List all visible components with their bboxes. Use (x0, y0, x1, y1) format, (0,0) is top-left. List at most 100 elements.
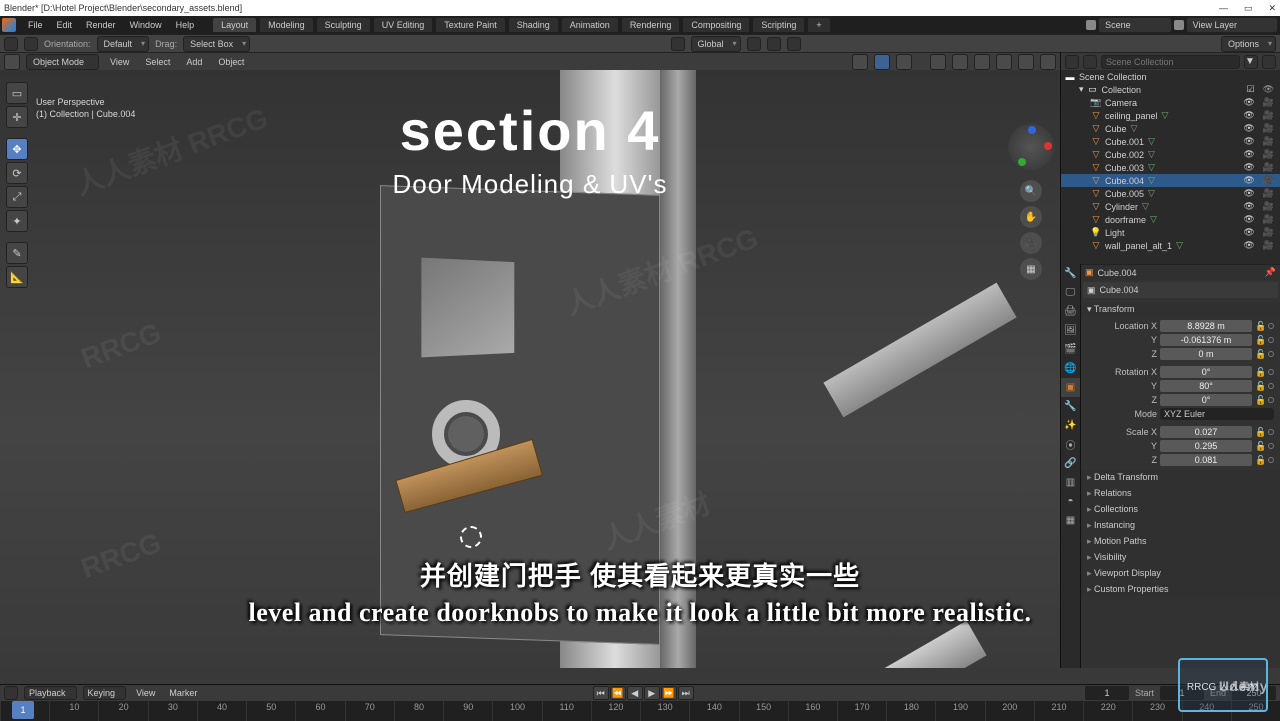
tab-modeling[interactable]: Modeling (260, 18, 313, 32)
props-section[interactable]: Delta Transform (1081, 470, 1280, 485)
tab-animation[interactable]: Animation (562, 18, 618, 32)
disable-render-icon[interactable]: 🎥 (1263, 175, 1274, 186)
tab-rendering[interactable]: Rendering (622, 18, 680, 32)
eye-icon[interactable]: 👁 (1243, 188, 1254, 199)
eye-icon[interactable]: 👁 (1243, 227, 1254, 238)
outliner-item[interactable]: 💡Light👁🎥 (1061, 226, 1280, 239)
scale-y-input[interactable]: 0.295 (1160, 440, 1252, 452)
shading-rendered-icon[interactable] (1018, 54, 1034, 70)
tab-compositing[interactable]: Compositing (683, 18, 749, 32)
tab-physics-icon[interactable]: ⦿ (1061, 435, 1080, 454)
tab-material-icon[interactable]: ◓ (1061, 492, 1080, 511)
gizmo-icon[interactable] (874, 54, 890, 70)
tab-constraints-icon[interactable]: 🔗 (1061, 454, 1080, 473)
tool-header-icon[interactable] (4, 37, 18, 51)
menu-view[interactable]: View (105, 55, 134, 69)
axis-y-icon[interactable] (1018, 158, 1026, 166)
options-menu[interactable]: Options (1221, 36, 1276, 52)
camera-icon[interactable]: 🎥 (1020, 232, 1042, 254)
axis-z-icon[interactable] (1028, 126, 1036, 134)
eye-icon[interactable]: 👁 (1243, 240, 1254, 251)
transform-tool[interactable]: ✦ (6, 210, 28, 232)
timeline-editor-icon[interactable] (4, 686, 18, 700)
outliner-display-icon[interactable] (1083, 55, 1097, 69)
tab-layout[interactable]: Layout (213, 18, 256, 32)
outliner-editor-icon[interactable] (1065, 55, 1079, 69)
object-name-field[interactable]: ▣Cube.004 (1083, 282, 1278, 298)
rotate-tool[interactable]: ⟳ (6, 162, 28, 184)
keyframe-dot-icon[interactable] (1268, 323, 1274, 329)
scale-tool[interactable]: ⤢ (6, 186, 28, 208)
props-section[interactable]: Motion Paths (1081, 534, 1280, 549)
rot-z-input[interactable]: 0° (1160, 394, 1252, 406)
lock-icon[interactable]: 🔓 (1255, 321, 1263, 332)
rot-y-input[interactable]: 80° (1160, 380, 1252, 392)
zoom-icon[interactable]: 🔍 (1020, 180, 1042, 202)
move-tool[interactable]: ✥ (6, 138, 28, 160)
tab-particles-icon[interactable]: ✨ (1061, 416, 1080, 435)
tab-sculpting[interactable]: Sculpting (317, 18, 370, 32)
props-section[interactable]: Collections (1081, 502, 1280, 517)
outliner-item[interactable]: ▽Cube.005 ▽👁🎥 (1061, 187, 1280, 200)
menu-select[interactable]: Select (140, 55, 175, 69)
select-visibility-icon[interactable] (852, 54, 868, 70)
tab-texture-icon[interactable]: ▦ (1061, 511, 1080, 530)
measure-tool[interactable]: 📐 (6, 266, 28, 288)
pin-icon[interactable]: 📌 (1265, 267, 1276, 278)
snap-settings-icon[interactable] (767, 37, 781, 51)
timeline-cursor[interactable]: 1 (12, 701, 34, 719)
tab-texture[interactable]: Texture Paint (436, 18, 505, 32)
scale-x-input[interactable]: 0.027 (1160, 426, 1252, 438)
editor-type-icon[interactable] (4, 54, 20, 70)
disable-render-icon[interactable]: 🎥 (1263, 136, 1274, 147)
shading-matprev-icon[interactable] (996, 54, 1012, 70)
collection-toggle-checkbox[interactable]: ☑ (1246, 84, 1254, 95)
key-next-icon[interactable]: ⏩ (661, 686, 677, 700)
tool-header-cursor-icon[interactable] (24, 37, 38, 51)
window-max[interactable]: ▭ (1244, 3, 1253, 14)
outliner-item[interactable]: ▽Cylinder ▽👁🎥 (1061, 200, 1280, 213)
mode-select[interactable]: Object Mode (26, 54, 99, 70)
menu-edit[interactable]: Edit (51, 18, 79, 32)
shading-options-icon[interactable] (1040, 54, 1056, 70)
menu-render[interactable]: Render (80, 18, 122, 32)
outliner-item[interactable]: ▽doorframe ▽👁🎥 (1061, 213, 1280, 226)
timeline-ruler[interactable]: 1 01020304050607080901001101201301401501… (0, 701, 1280, 721)
disable-render-icon[interactable]: 🎥 (1263, 162, 1274, 173)
outliner-item[interactable]: ▽Cube ▽👁🎥 (1061, 122, 1280, 135)
window-min[interactable]: — (1219, 3, 1228, 14)
loc-y-input[interactable]: -0.061376 m (1160, 334, 1252, 346)
eye-icon[interactable]: 👁 (1243, 162, 1254, 173)
tab-uv[interactable]: UV Editing (374, 18, 433, 32)
tab-tool-icon[interactable]: 🔧 (1061, 264, 1080, 283)
transform-header[interactable]: ▾ Transform (1081, 302, 1280, 317)
drag-select[interactable]: Select Box (183, 36, 250, 52)
orientation-global-icon[interactable] (671, 37, 685, 51)
eye-icon[interactable]: 👁 (1243, 97, 1254, 108)
disable-render-icon[interactable]: 🎥 (1263, 97, 1274, 108)
eye-icon[interactable]: 👁 (1243, 214, 1254, 225)
eye-icon[interactable]: 👁 (1243, 136, 1254, 147)
play-rev-icon[interactable]: ◀ (627, 686, 643, 700)
outliner-item[interactable]: ▽Cube.001 ▽👁🎥 (1061, 135, 1280, 148)
key-prev-icon[interactable]: ⏪ (610, 686, 626, 700)
rot-mode-select[interactable]: XYZ Euler (1160, 408, 1274, 420)
tab-add[interactable]: + (808, 18, 829, 32)
disable-render-icon[interactable]: 🎥 (1263, 214, 1274, 225)
menu-help[interactable]: Help (170, 18, 201, 32)
outliner-item[interactable]: ▽Cube.002 ▽👁🎥 (1061, 148, 1280, 161)
eye-icon[interactable]: 👁 (1243, 201, 1254, 212)
window-close[interactable]: ✕ (1268, 3, 1276, 14)
shading-wire-icon[interactable] (952, 54, 968, 70)
select-tool[interactable]: ▭ (6, 82, 28, 104)
tl-menu-marker[interactable]: Marker (165, 687, 201, 699)
shading-solid-icon[interactable] (974, 54, 990, 70)
disable-render-icon[interactable]: 🎥 (1263, 123, 1274, 134)
outliner-item[interactable]: ▽wall_panel_alt_1 ▽👁🎥 (1061, 239, 1280, 252)
current-frame-input[interactable]: 1 (1085, 686, 1129, 700)
menu-object[interactable]: Object (213, 55, 249, 69)
loc-z-input[interactable]: 0 m (1160, 348, 1252, 360)
scale-z-input[interactable]: 0.081 (1160, 454, 1252, 466)
jump-end-icon[interactable]: ⏭ (678, 686, 694, 700)
menu-add[interactable]: Add (181, 55, 207, 69)
